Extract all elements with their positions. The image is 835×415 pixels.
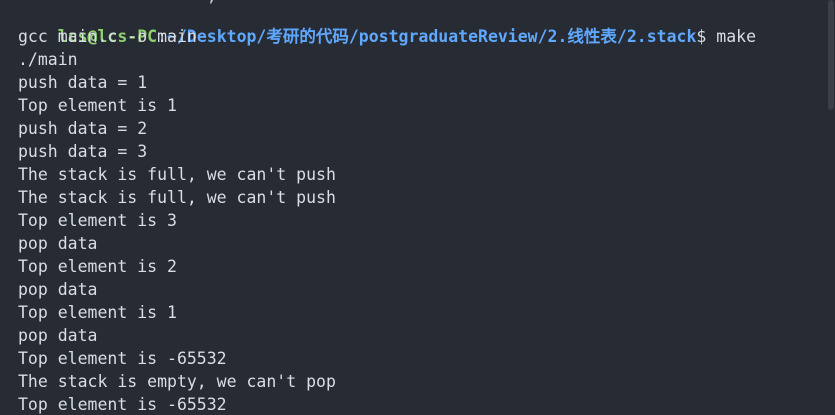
output-line: Top element is -65532 — [18, 395, 227, 414]
output-line: Top element is 3 — [18, 211, 177, 230]
terminal-window[interactable]: ` ' ' " ` " , "` ` lcs@lcs-PC:~/Desktop/… — [0, 0, 835, 415]
scrollbar-thumb[interactable] — [828, 0, 834, 110]
prompt-command: make — [706, 27, 756, 46]
output-line: Top element is -65532 — [18, 349, 227, 368]
output-line: pop data — [18, 280, 98, 299]
prompt-path: ~/Desktop/考研的代码/postgraduateReview/2.线性表… — [167, 27, 697, 46]
output-line: The stack is full, we can't push — [18, 188, 336, 207]
output-line: pop data — [18, 234, 98, 253]
output-line: pop data — [18, 326, 98, 345]
scrollbar[interactable] — [827, 0, 835, 415]
output-line: push data = 1 — [18, 73, 148, 92]
output-line: Top element is 1 — [18, 303, 177, 322]
output-line: The stack is empty, we can't pop — [18, 372, 336, 391]
output-line: ./main — [18, 50, 78, 69]
output-line: Top element is 1 — [18, 96, 177, 115]
output-line: push data = 3 — [18, 142, 148, 161]
output-line: Top element is 2 — [18, 257, 177, 276]
prompt-dollar: $ — [696, 27, 707, 46]
output-line: The stack is full, we can't push — [18, 165, 336, 184]
prompt-line: lcs@lcs-PC:~/Desktop/考研的代码/postgraduateR… — [18, 2, 756, 46]
output-line: push data = 2 — [18, 119, 148, 138]
output-line: gcc main.c -o main — [18, 27, 197, 46]
